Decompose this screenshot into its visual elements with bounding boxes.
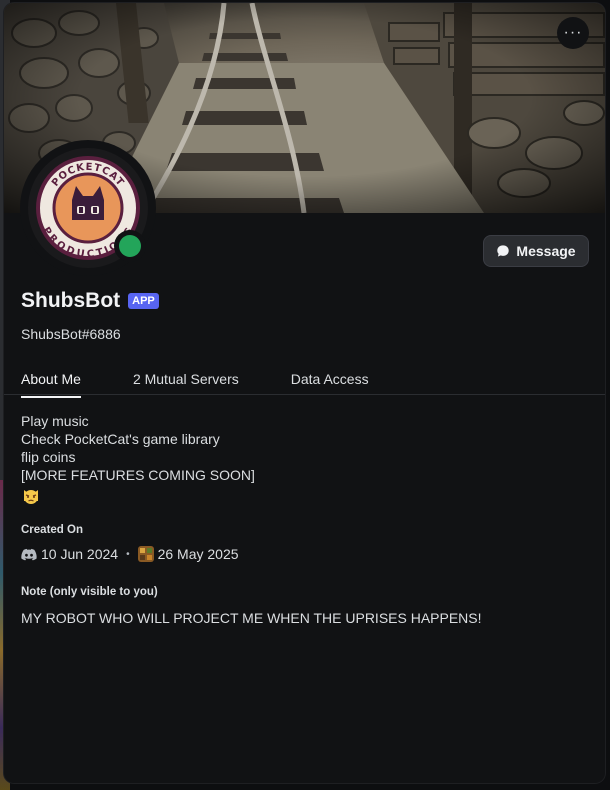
online-status-indicator xyxy=(114,230,146,262)
name-row: ShubsBot APP xyxy=(21,289,159,313)
about-line: flip coins xyxy=(21,449,76,465)
server-joined-date: 26 May 2025 xyxy=(157,546,239,562)
about-line: [MORE FEATURES COMING SOON] xyxy=(21,467,255,483)
about-line: Check PocketCat's game library xyxy=(21,431,220,447)
about-line: Play music xyxy=(21,413,89,429)
username: ShubsBot#6886 xyxy=(21,326,121,342)
created-on-row: 10 Jun 2024 • 26 May 2025 xyxy=(21,546,239,562)
note-label: Note (only visible to you) xyxy=(21,586,158,598)
chat-bubble-icon xyxy=(497,245,510,257)
date-separator: • xyxy=(126,548,130,560)
online-dot xyxy=(119,235,141,257)
user-profile-modal: ··· POCKETCAT PRODUCTIONS xyxy=(4,3,605,783)
app-badge: APP xyxy=(128,293,159,309)
discord-created-date: 10 Jun 2024 xyxy=(41,546,119,562)
about-me-section: Play music Check PocketCat's game librar… xyxy=(21,412,255,510)
created-on-label: Created On xyxy=(21,524,83,536)
avatar-frame[interactable]: POCKETCAT PRODUCTIONS xyxy=(20,140,156,276)
discord-logo-icon xyxy=(21,548,37,560)
message-button-label: Message xyxy=(516,243,576,259)
message-button[interactable]: Message xyxy=(483,235,589,267)
note-field[interactable]: MY ROBOT WHO WILL PROJECT ME WHEN THE UP… xyxy=(21,610,482,626)
tabs-divider xyxy=(4,394,605,395)
cat-emoji-icon xyxy=(24,490,38,504)
display-name: ShubsBot xyxy=(21,289,121,312)
more-options-button[interactable]: ··· xyxy=(557,17,589,49)
server-icon xyxy=(137,546,154,562)
